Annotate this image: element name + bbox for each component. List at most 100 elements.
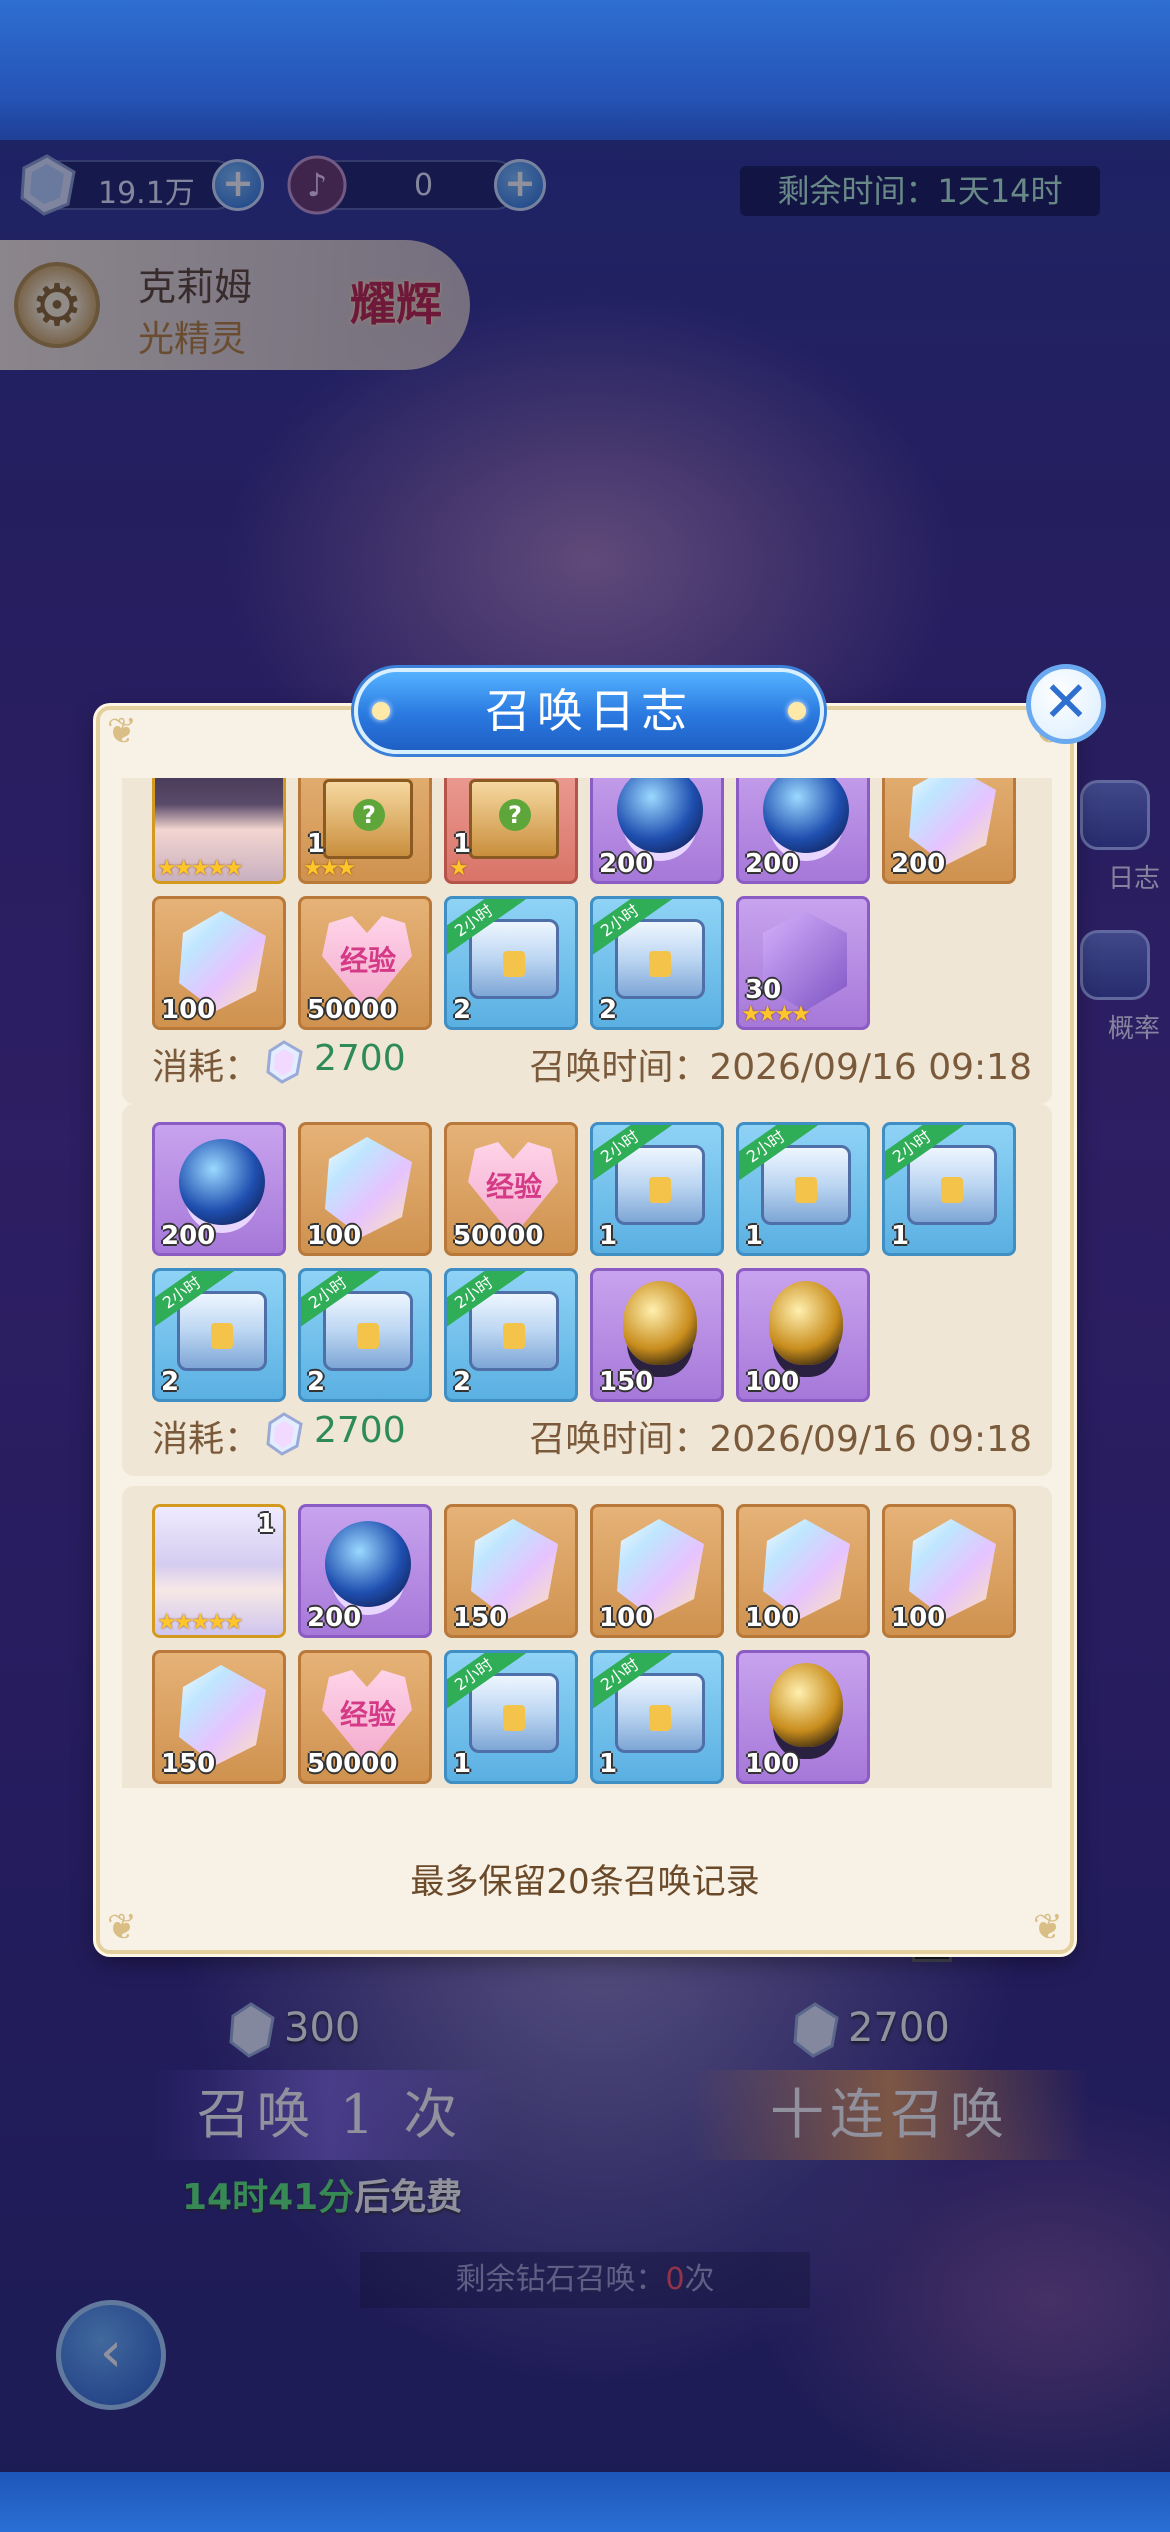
- reward-item-gold-chest[interactable]: 2小时 2: [444, 896, 578, 1030]
- chest-lock-icon: [503, 1323, 525, 1349]
- golden-egg-icon: [769, 1663, 843, 1747]
- reward-item-mystery-box-green[interactable]: ? 1 ★★★: [298, 778, 432, 884]
- item-count: 2: [599, 995, 618, 1025]
- cost-label: 消耗：: [152, 1419, 261, 1460]
- cost-amount: 2700: [314, 1410, 406, 1451]
- summon-time: 召唤时间：2026/09/16 09:18: [529, 1419, 1032, 1460]
- record-footer: 消耗： 2700 召唤时间：2026/09/16 09:18: [152, 1038, 1032, 1088]
- item-count: 1: [745, 1221, 764, 1251]
- blue-orb-icon: [763, 778, 849, 853]
- reward-item-gold-chest[interactable]: 2小时 2: [444, 1268, 578, 1402]
- item-count: 100: [745, 1603, 800, 1633]
- reward-item-flower-chest[interactable]: 2小时 1: [590, 1122, 724, 1256]
- reward-item-rainbow-crystal[interactable]: 100: [590, 1504, 724, 1638]
- reward-item-flower-chest[interactable]: 2小时 1: [736, 1122, 870, 1256]
- chest-lock-icon: [357, 1323, 379, 1349]
- item-count: 1: [599, 1221, 618, 1251]
- reward-item-rainbow-crystal[interactable]: 150: [444, 1504, 578, 1638]
- summon-record: 200 100 经验 50000 2小时 1 2小时 1 2小时 1 2小时 2 2小时 2 2小时 2 150…: [122, 1104, 1052, 1476]
- reward-item-blue-orb[interactable]: 200: [736, 778, 870, 884]
- blue-orb-icon: [617, 778, 703, 853]
- reward-item-golden-egg[interactable]: 150: [590, 1268, 724, 1402]
- item-count: 100: [599, 1603, 654, 1633]
- item-count: 200: [307, 1603, 362, 1633]
- blue-orb-icon: [325, 1521, 411, 1607]
- reward-item-gold-chest[interactable]: 2小时 2: [152, 1268, 286, 1402]
- reward-item-blue-orb[interactable]: 200: [590, 778, 724, 884]
- corner-ornament: ❦: [106, 711, 138, 752]
- item-count: 200: [599, 849, 654, 879]
- reward-item-blue-orb[interactable]: 200: [152, 1122, 286, 1256]
- record-footer: 消耗： 2700 召唤时间：2026/09/16 09:18: [152, 1410, 1032, 1460]
- reward-item-rainbow-crystal[interactable]: 100: [298, 1122, 432, 1256]
- summon-record: 1 ★★★★★ 200 150 100 100 100 150 经验 50000 2小时 1 2小时 1 1…: [122, 1486, 1052, 1788]
- reward-item-flower-chest[interactable]: 2小时 1: [444, 1650, 578, 1784]
- item-count: 150: [453, 1603, 508, 1633]
- item-count: 2: [307, 1367, 326, 1397]
- corner-ornament: ❦: [1032, 1907, 1064, 1948]
- reward-item-rainbow-crystal[interactable]: 100: [882, 1504, 1016, 1638]
- summon-record: ★★★★★? 1 ★★★? 1 ★ 200 200 200 100 经验 50000 2小时 2 2小时 2…: [122, 778, 1052, 1104]
- item-count: 1: [891, 1221, 910, 1251]
- item-count: 30: [745, 975, 782, 1005]
- item-count: 1: [453, 829, 472, 859]
- item-count: 1: [307, 829, 326, 859]
- reward-item-silver-hair-hero-portrait[interactable]: 1 ★★★★★: [152, 1504, 286, 1638]
- reward-item-flower-chest[interactable]: 2小时 1: [590, 1650, 724, 1784]
- item-count: 200: [161, 1221, 216, 1251]
- star-rating: ★★★: [303, 856, 356, 881]
- item-count: 100: [891, 1603, 946, 1633]
- item-count: 2: [453, 1367, 472, 1397]
- chest-lock-icon: [941, 1177, 963, 1203]
- bottom-banner: [0, 2472, 1170, 2532]
- diamond-icon: [266, 1040, 303, 1084]
- star-rating: ★: [449, 856, 469, 881]
- chest-lock-icon: [503, 951, 525, 977]
- chest-lock-icon: [211, 1323, 233, 1349]
- top-banner: [0, 0, 1170, 140]
- chest-lock-icon: [649, 1177, 671, 1203]
- item-count: 100: [745, 1367, 800, 1397]
- item-count: 1: [599, 1749, 618, 1779]
- chest-lock-icon: [649, 951, 671, 977]
- item-count: 1: [453, 1749, 472, 1779]
- diamond-icon: [266, 1412, 303, 1456]
- reward-item-blue-orb[interactable]: 200: [298, 1504, 432, 1638]
- item-count: 1: [256, 1509, 275, 1539]
- reward-item-golden-egg[interactable]: 100: [736, 1650, 870, 1784]
- star-rating: ★★★★★: [157, 856, 244, 881]
- cost-label: 消耗：: [152, 1047, 261, 1088]
- reward-item-exp-heart[interactable]: 经验 50000: [444, 1122, 578, 1256]
- item-count: 2: [161, 1367, 180, 1397]
- reward-item-mystery-box-red[interactable]: ? 1 ★: [444, 778, 578, 884]
- reward-item-exp-heart[interactable]: 经验 50000: [298, 1650, 432, 1784]
- summon-record-list[interactable]: ★★★★★? 1 ★★★? 1 ★ 200 200 200 100 经验 50000 2小时 2 2小时 2…: [122, 778, 1052, 1788]
- reward-item-rainbow-crystal[interactable]: 150: [152, 1650, 286, 1784]
- summon-time: 召唤时间：2026/09/16 09:18: [529, 1047, 1032, 1088]
- reward-item-rainbow-crystal[interactable]: 100: [736, 1504, 870, 1638]
- reward-item-dark-hair-hero-portrait[interactable]: ★★★★★: [152, 778, 286, 884]
- item-count: 100: [307, 1221, 362, 1251]
- reward-item-rainbow-crystal[interactable]: 200: [882, 778, 1016, 884]
- reward-item-exp-heart[interactable]: 经验 50000: [298, 896, 432, 1030]
- item-count: 50000: [307, 995, 398, 1025]
- close-button[interactable]: ✕: [1026, 664, 1106, 744]
- reward-item-rainbow-crystal[interactable]: 100: [152, 896, 286, 1030]
- reward-item-golden-egg[interactable]: 100: [736, 1268, 870, 1402]
- cost-amount: 2700: [314, 1038, 406, 1079]
- golden-egg-icon: [769, 1281, 843, 1365]
- corner-ornament: ❦: [106, 1907, 138, 1948]
- item-count: 2: [453, 995, 472, 1025]
- question-mark-icon: ?: [353, 799, 385, 831]
- item-count: 150: [161, 1749, 216, 1779]
- item-count: 200: [745, 849, 800, 879]
- reward-item-gold-chest[interactable]: 2小时 2: [298, 1268, 432, 1402]
- blue-orb-icon: [179, 1139, 265, 1225]
- reward-item-gold-chest[interactable]: 2小时 2: [590, 896, 724, 1030]
- item-count: 50000: [453, 1221, 544, 1251]
- record-limit-note: 最多保留20条召唤记录: [410, 1862, 760, 1902]
- reward-item-purple-cube[interactable]: 30 ★★★★: [736, 896, 870, 1030]
- reward-item-flower-chest[interactable]: 2小时 1: [882, 1122, 1016, 1256]
- star-rating: ★★★★★: [157, 1610, 244, 1635]
- item-count: 200: [891, 849, 946, 879]
